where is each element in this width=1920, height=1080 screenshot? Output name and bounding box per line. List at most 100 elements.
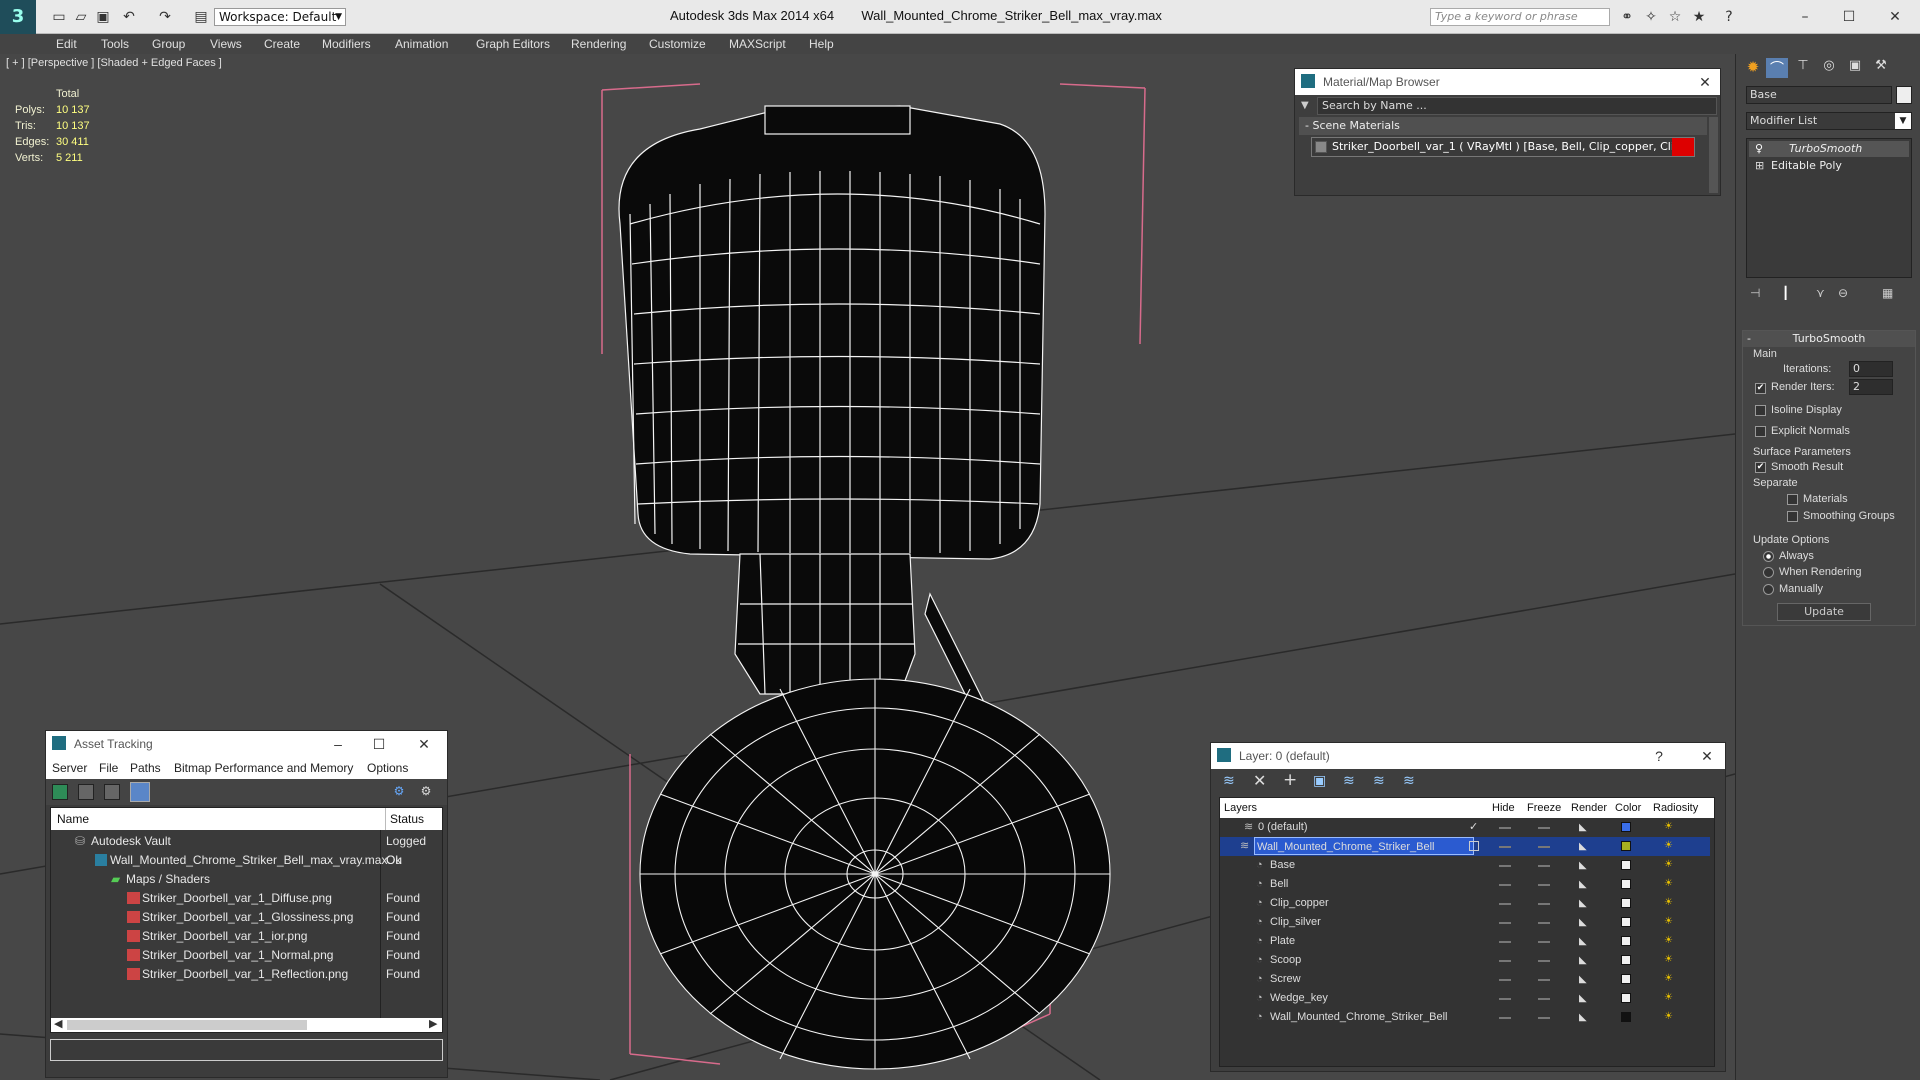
remove-modifier-icon[interactable]: ⊖ [1838, 286, 1848, 300]
render-toggle-icon[interactable]: ◣ [1579, 875, 1587, 894]
binoculars-icon[interactable]: ⚭ [1618, 8, 1636, 26]
material-scrollbar[interactable] [1709, 117, 1718, 193]
render-toggle-icon[interactable]: ◣ [1579, 951, 1587, 970]
material-browser-titlebar[interactable]: Material/Map Browser ✕ [1295, 69, 1720, 95]
menu-views[interactable]: Views [210, 34, 242, 54]
radiosity-icon[interactable]: ☀ [1664, 917, 1676, 927]
layer-color-swatch[interactable] [1621, 1012, 1631, 1022]
freeze-toggle[interactable] [1538, 941, 1550, 943]
layer-row[interactable]: ≋ Wall_Mounted_Chrome_Striker_Bell ◣ ☀ [1220, 837, 1710, 856]
table-row[interactable]: Striker_Doorbell_var_1_Normal.png Found [53, 946, 440, 965]
layer-color-swatch[interactable] [1621, 936, 1631, 946]
scrollbar-thumb[interactable] [67, 1020, 307, 1030]
object-color-swatch[interactable] [1896, 86, 1912, 104]
menu-server[interactable]: Server [52, 757, 87, 779]
column-color[interactable]: Color [1615, 798, 1641, 818]
collapse-icon[interactable]: - [1747, 331, 1751, 347]
communication-icon[interactable]: ✧ [1642, 8, 1660, 26]
star-icon[interactable]: ★ [1690, 8, 1708, 26]
hide-toggle[interactable] [1499, 827, 1511, 829]
render-toggle-icon[interactable]: ◣ [1579, 837, 1587, 856]
stack-item-turbosmooth[interactable]: ♀ TurboSmooth [1749, 141, 1909, 157]
menu-group[interactable]: Group [152, 34, 185, 54]
scene-materials-header[interactable]: - Scene Materials [1299, 117, 1707, 135]
freeze-toggle[interactable] [1538, 846, 1550, 848]
menu-help[interactable]: Help [809, 34, 834, 54]
radiosity-icon[interactable]: ☀ [1664, 822, 1676, 832]
asset-path-field[interactable] [50, 1039, 443, 1061]
isoline-display-checkbox[interactable] [1755, 405, 1766, 416]
rollout-header[interactable]: - TurboSmooth [1743, 331, 1915, 347]
close-icon[interactable]: ✕ [1886, 8, 1904, 26]
layer-color-swatch[interactable] [1621, 955, 1631, 965]
render-iters-spinner[interactable]: 2 [1849, 379, 1893, 395]
render-toggle-icon[interactable]: ◣ [1579, 818, 1587, 837]
freeze-toggle[interactable] [1538, 903, 1550, 905]
hide-toggle[interactable] [1499, 865, 1511, 867]
column-freeze[interactable]: Freeze [1527, 798, 1561, 818]
menu-options[interactable]: Options [367, 757, 408, 779]
add-selection-icon[interactable] [1469, 841, 1479, 851]
update-button[interactable]: Update [1777, 603, 1871, 621]
radiosity-icon[interactable]: ☀ [1664, 974, 1676, 984]
column-render[interactable]: Render [1571, 798, 1607, 818]
table-row[interactable]: ⛁ Autodesk Vault Logged Ou [53, 832, 440, 867]
when-rendering-radio[interactable] [1763, 567, 1774, 578]
hide-toggle[interactable] [1499, 1017, 1511, 1019]
table-row[interactable]: Striker_Doorbell_var_1_Diffuse.png Found [53, 889, 440, 908]
column-layers[interactable]: Layers [1224, 798, 1257, 818]
display-tab-icon[interactable]: ▣ [1844, 58, 1866, 78]
app-logo[interactable]: 3 [0, 0, 36, 34]
freeze-toggle[interactable] [1538, 884, 1550, 886]
delete-layer-icon[interactable]: ✕ [1253, 771, 1266, 790]
radiosity-icon[interactable]: ☀ [1664, 841, 1676, 851]
render-iters-checkbox[interactable]: ✔ [1755, 383, 1766, 394]
project-folder-icon[interactable]: ▤ [192, 8, 210, 26]
maximize-icon[interactable]: ☐ [1840, 8, 1858, 26]
layer-row[interactable]: ◔ Bell ◣ ☀ [1220, 875, 1710, 894]
smooth-result-checkbox[interactable]: ✔ [1755, 462, 1766, 473]
render-toggle-icon[interactable]: ◣ [1579, 970, 1587, 989]
radiosity-icon[interactable]: ☀ [1664, 1012, 1676, 1022]
render-toggle-icon[interactable]: ◣ [1579, 1008, 1587, 1027]
pin-stack-icon[interactable]: ⊣ [1750, 286, 1760, 300]
freeze-toggle[interactable] [1538, 922, 1550, 924]
object-name-field[interactable]: Base [1746, 86, 1892, 104]
radiosity-icon[interactable]: ☀ [1664, 993, 1676, 1003]
layer-row[interactable]: ◔ Wedge_key ◣ ☀ [1220, 989, 1710, 1008]
layer-row[interactable]: ◔ Screw ◣ ☀ [1220, 970, 1710, 989]
redo-icon[interactable]: ↷ [156, 8, 174, 26]
undo-icon[interactable]: ↶ [120, 8, 138, 26]
menu-rendering[interactable]: Rendering [571, 34, 626, 54]
freeze-toggle[interactable] [1538, 979, 1550, 981]
vault-logout-icon[interactable]: ⚙ [418, 784, 434, 800]
freeze-toggle[interactable] [1538, 960, 1550, 962]
hide-toggle[interactable] [1499, 941, 1511, 943]
radiosity-icon[interactable]: ☀ [1664, 860, 1676, 870]
menu-bitmap-performance[interactable]: Bitmap Performance and Memory [174, 757, 353, 779]
table-row[interactable]: ▰ Maps / Shaders [53, 870, 440, 889]
configure-sets-icon[interactable]: ▦ [1882, 286, 1893, 300]
highlight-layer-icon[interactable]: ≋ [1343, 773, 1355, 789]
hide-toggle[interactable] [1499, 922, 1511, 924]
smoothing-groups-checkbox[interactable] [1787, 511, 1798, 522]
table-row[interactable]: Striker_Doorbell_var_1_Reflection.png Fo… [53, 965, 440, 984]
open-file-icon[interactable]: ▱ [72, 8, 90, 26]
table-row[interactable]: Striker_Doorbell_var_1_ior.png Found [53, 927, 440, 946]
close-icon[interactable]: ✕ [414, 735, 434, 753]
lightbulb-icon[interactable]: ♀ [1755, 141, 1763, 157]
render-toggle-icon[interactable]: ◣ [1579, 989, 1587, 1008]
current-layer-check-icon[interactable]: ✓ [1469, 818, 1478, 837]
menu-file[interactable]: File [99, 757, 118, 779]
save-icon[interactable]: ▣ [94, 8, 112, 26]
freeze-toggle[interactable] [1538, 865, 1550, 867]
material-list-item[interactable]: Striker_Doorbell_var_1 ( VRayMtl ) [Base… [1311, 137, 1695, 157]
column-radiosity[interactable]: Radiosity [1653, 798, 1698, 818]
menu-modifiers[interactable]: Modifiers [322, 34, 371, 54]
maximize-icon[interactable]: ☐ [369, 735, 389, 753]
menu-create[interactable]: Create [264, 34, 300, 54]
menu-tools[interactable]: Tools [101, 34, 129, 54]
make-unique-icon[interactable]: ⋎ [1816, 286, 1825, 300]
always-radio[interactable] [1763, 551, 1774, 562]
layer-row[interactable]: ◔ Base ◣ ☀ [1220, 856, 1710, 875]
